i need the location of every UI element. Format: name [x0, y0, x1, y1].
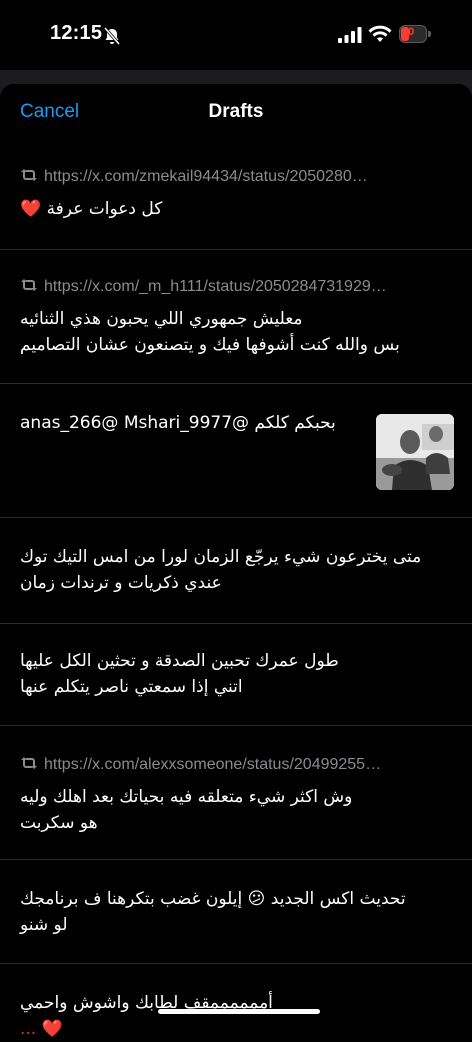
draft-item[interactable]: https://x.com/zmekail94434/status/205028… — [0, 150, 472, 250]
battery-level: 10 — [402, 26, 415, 38]
draft-item[interactable]: https://x.com/alexxsomeone/status/204992… — [0, 726, 472, 860]
battery-icon: 10 — [399, 25, 433, 45]
page-title: Drafts — [208, 101, 264, 122]
wifi-icon — [368, 25, 392, 42]
draft-item[interactable]: متى يخترعون شيء يرجّع الزمان لورا من امس… — [0, 518, 472, 624]
draft-quote-url: https://x.com/zmekail94434/status/205028… — [20, 168, 444, 186]
draft-item[interactable]: أممممممقف لطابك واشوش واحمي ❤️ ... — [0, 964, 472, 1039]
status-bar: 12:15 10 — [0, 0, 472, 70]
photo-image — [376, 414, 454, 490]
cellular-signal-icon — [338, 27, 362, 43]
draft-text: تحديث اكس الجديد 😕 إيلون غضب بتكرهنا ف ب… — [20, 889, 406, 935]
draft-item[interactable]: https://x.com/_m_h111/status/20502847319… — [0, 250, 472, 384]
status-time: 12:15 — [50, 22, 103, 44]
draft-text: طول عمرك تحبين الصدقة و تحثين الكل عليها… — [20, 651, 339, 697]
draft-quote-url: https://x.com/alexxsomeone/status/204992… — [20, 756, 444, 774]
home-indicator[interactable] — [158, 1009, 320, 1014]
draft-quote-url: https://x.com/_m_h111/status/20502847319… — [20, 278, 444, 296]
draft-image-thumbnail — [376, 414, 454, 490]
bell-slash-icon — [103, 27, 121, 45]
draft-text: كل دعوات عرفة ❤️ — [20, 199, 163, 219]
draft-text: متى يخترعون شيء يرجّع الزمان لورا من امس… — [20, 547, 422, 593]
retweet-icon — [21, 279, 37, 291]
retweet-icon — [21, 169, 37, 181]
draft-text: بحبكم كلكم @anas_266@ Mshari_9977 — [20, 413, 336, 433]
draft-text: معليش جمهوري اللي يحبون هذي الثنائيه بس … — [20, 309, 400, 355]
draft-item[interactable]: تحديث اكس الجديد 😕 إيلون غضب بتكرهنا ف ب… — [0, 860, 472, 964]
draft-item[interactable]: طول عمرك تحبين الصدقة و تحثين الكل عليها… — [0, 624, 472, 726]
draft-text: أممممممقف لطابك واشوش واحمي ❤️ ... — [20, 993, 273, 1039]
draft-text: وش اكثر شيء متعلقه فيه بحياتك بعد اهلك و… — [20, 787, 353, 833]
retweet-icon — [21, 757, 37, 769]
